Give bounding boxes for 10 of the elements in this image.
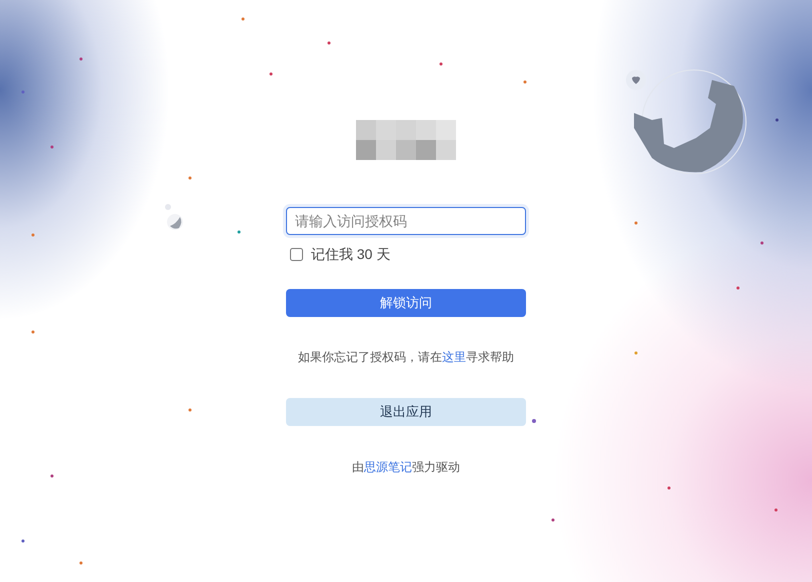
exit-button[interactable]: 退出应用 bbox=[286, 398, 526, 426]
remember-checkbox[interactable] bbox=[290, 248, 303, 261]
footer-text: 由思源笔记强力驱动 bbox=[351, 459, 461, 476]
help-link[interactable]: 这里 bbox=[442, 350, 466, 364]
small-globe-drawing bbox=[162, 202, 186, 232]
help-text: 如果你忘记了授权码，请在这里寻求帮助 bbox=[297, 349, 515, 366]
unlock-button[interactable]: 解锁访问 bbox=[286, 289, 526, 317]
password-field[interactable]: 请输入访问授权码 bbox=[286, 207, 526, 235]
remember-label: 记住我 30 天 bbox=[311, 245, 390, 264]
app-link[interactable]: 思源笔记 bbox=[364, 460, 412, 474]
